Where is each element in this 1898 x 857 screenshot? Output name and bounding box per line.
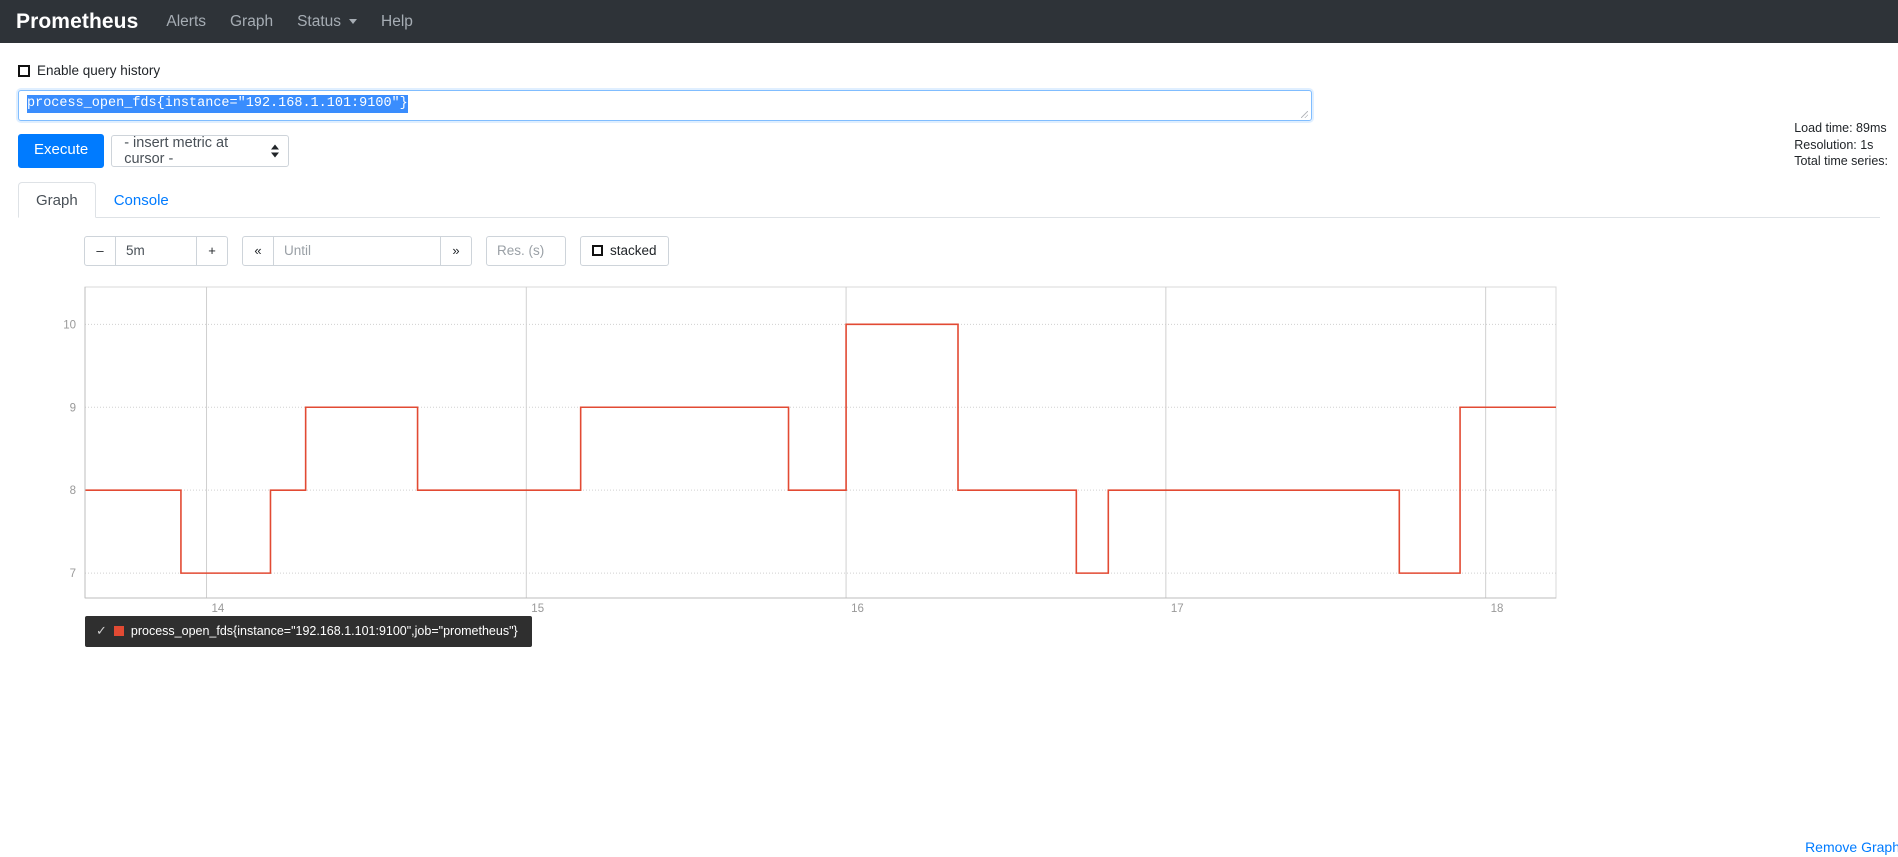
query-expression-input[interactable]: process_open_fds{instance="192.168.1.101…: [18, 90, 1312, 121]
remove-graph-link[interactable]: Remove Graph: [1805, 839, 1898, 855]
step-backward-button[interactable]: «: [242, 235, 274, 266]
nav-link-status[interactable]: Status: [297, 12, 358, 31]
svg-text:14: 14: [212, 603, 225, 615]
legend-color-swatch: [113, 625, 124, 636]
svg-text:8: 8: [70, 485, 76, 497]
time-control-group: « Until »: [242, 235, 472, 266]
nav-link-alerts-label: Alerts: [166, 12, 206, 30]
svg-text:9: 9: [70, 402, 76, 414]
chart-svg: 7 8 9 10 14 15 16 17 18: [63, 286, 1557, 615]
query-expression-text: process_open_fds{instance="192.168.1.101…: [27, 95, 408, 113]
legend-check-icon: ✓: [96, 623, 107, 638]
nav-link-graph-label: Graph: [230, 12, 274, 30]
svg-text:7: 7: [70, 568, 76, 580]
svg-text:16: 16: [851, 603, 864, 615]
tab-graph[interactable]: Graph: [18, 181, 96, 218]
query-stats: Load time: 89ms Resolution: 1s Total tim…: [1794, 120, 1888, 170]
textarea-resize-handle[interactable]: [1299, 109, 1309, 119]
execute-button[interactable]: Execute: [18, 134, 105, 168]
page-body: Enable query history process_open_fds{in…: [0, 63, 1898, 855]
enable-query-history-checkbox[interactable]: [18, 64, 30, 77]
query-history-row: Enable query history: [18, 63, 1880, 78]
increase-range-button[interactable]: +: [196, 235, 228, 266]
nav-link-graph[interactable]: Graph: [230, 13, 273, 31]
nav-link-help-label: Help: [381, 12, 413, 30]
graph-controls: – 5m + « Until » Res. (s) stacked: [18, 235, 1880, 266]
view-tabs: Graph Console: [18, 181, 1880, 218]
query-area: process_open_fds{instance="192.168.1.101…: [18, 90, 1888, 168]
svg-text:18: 18: [1491, 603, 1504, 615]
graph-chart[interactable]: 7 8 9 10 14 15 16 17 18 ✓ process_open_fds{insta…: [18, 282, 1568, 647]
svg-text:17: 17: [1171, 603, 1184, 615]
enable-query-history-label: Enable query history: [37, 63, 161, 78]
stat-total-time-series: Total time series:: [1794, 154, 1888, 168]
tab-console[interactable]: Console: [96, 182, 187, 218]
stacked-checkbox-icon: [592, 245, 603, 256]
range-input[interactable]: 5m: [116, 235, 196, 266]
stat-resolution: Resolution: 1s: [1794, 137, 1874, 152]
range-control-group: – 5m +: [84, 235, 228, 266]
resolution-input[interactable]: Res. (s): [486, 235, 566, 266]
caret-down-icon: [349, 19, 358, 24]
nav-link-alerts[interactable]: Alerts: [166, 13, 206, 31]
legend-series-label: process_open_fds{instance="192.168.1.101…: [130, 623, 518, 638]
until-input[interactable]: Until: [274, 235, 440, 266]
chart-legend[interactable]: ✓ process_open_fds{instance="192.168.1.1…: [85, 615, 532, 647]
stat-load-time: Load time: 89ms: [1794, 121, 1887, 135]
top-navbar: Prometheus Alerts Graph Status Help: [0, 0, 1898, 43]
insert-metric-select-label: - insert metric at cursor -: [124, 134, 229, 167]
svg-text:15: 15: [531, 603, 544, 615]
decrease-range-button[interactable]: –: [84, 235, 116, 266]
chevron-updown-icon: [271, 144, 280, 158]
insert-metric-select[interactable]: - insert metric at cursor -: [111, 134, 290, 167]
stacked-toggle-label: stacked: [610, 243, 657, 258]
nav-link-status-label: Status: [297, 12, 342, 30]
step-forward-button[interactable]: »: [440, 235, 472, 266]
nav-link-help[interactable]: Help: [381, 13, 413, 31]
stacked-toggle[interactable]: stacked: [580, 235, 669, 266]
svg-text:10: 10: [63, 319, 76, 331]
execute-row: Execute - insert metric at cursor -: [18, 134, 1880, 168]
brand-logo[interactable]: Prometheus: [16, 10, 138, 34]
